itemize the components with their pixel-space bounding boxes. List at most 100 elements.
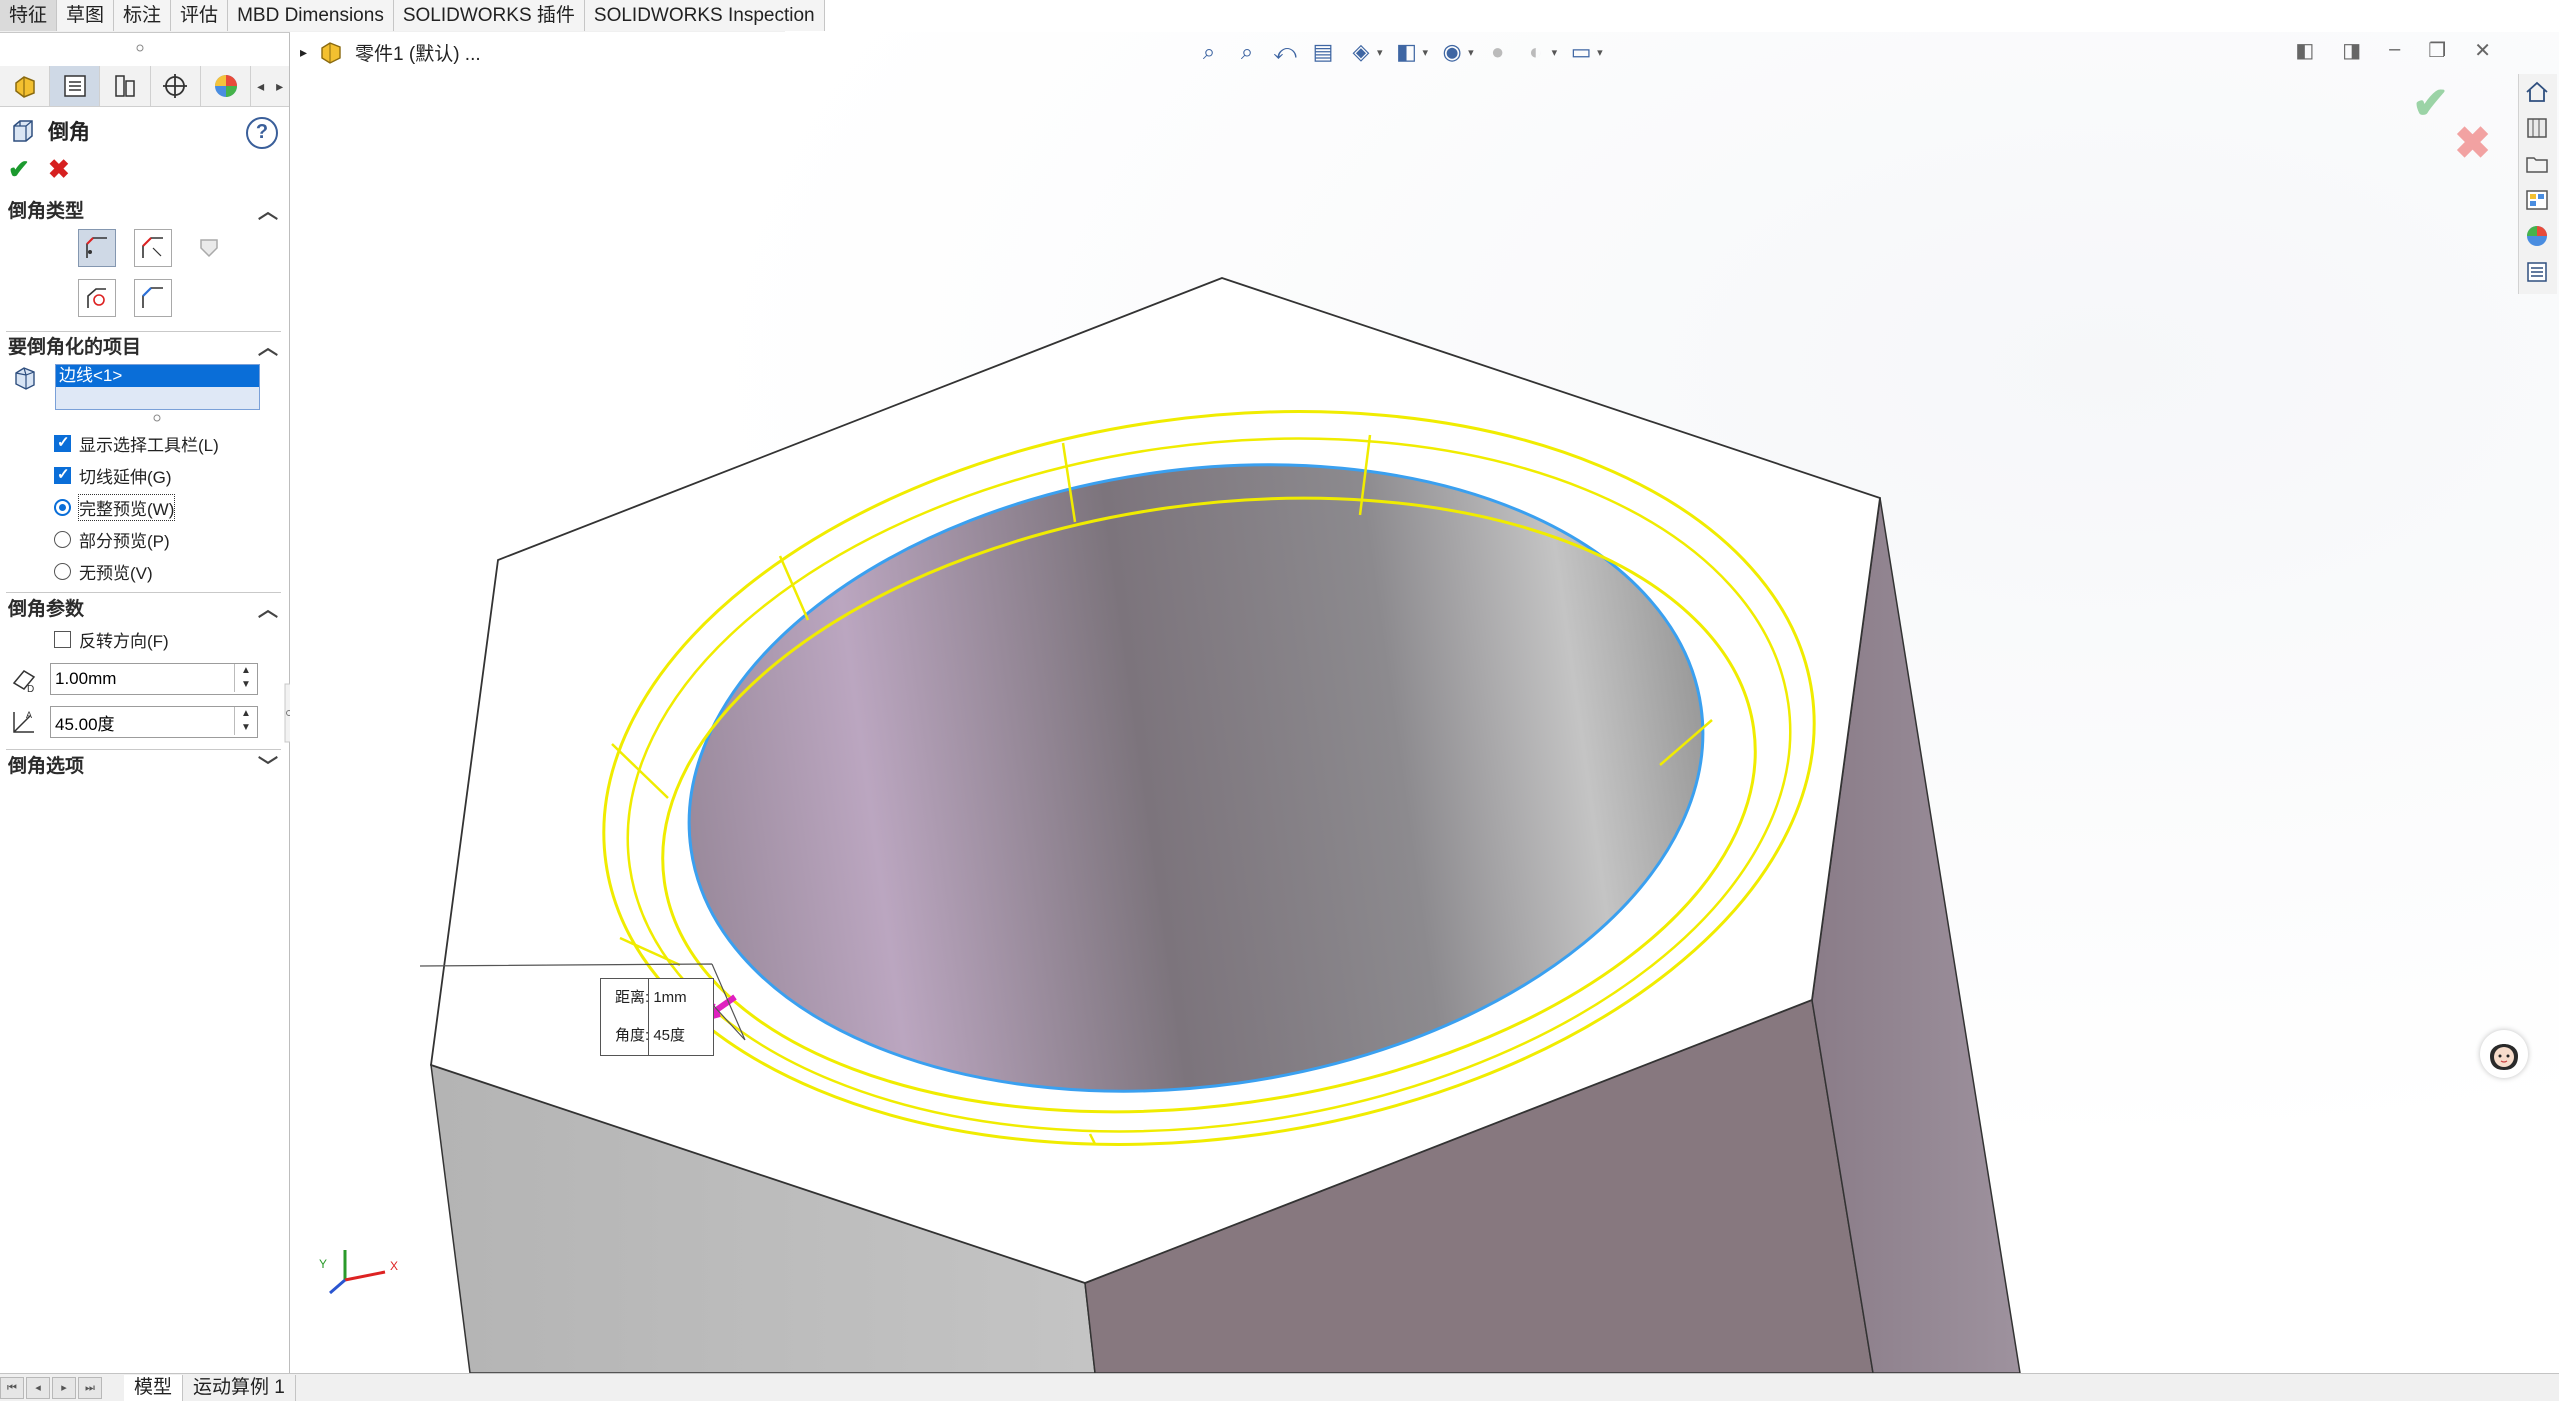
dimxpert-manager-tab[interactable] [151, 66, 201, 106]
face-face-type-button[interactable] [134, 279, 172, 317]
angle-input[interactable] [51, 707, 237, 737]
tab-solidworks-addins[interactable]: SOLIDWORKS 插件 [393, 0, 585, 31]
cancel-button[interactable]: ✖ [48, 154, 70, 185]
dropdown-arrow-icon[interactable]: ▾ [1468, 46, 1474, 59]
dimension-callout[interactable]: 距离: 1mm 角度: 45度 [600, 978, 714, 1056]
expand-chevron-icon[interactable]: ﹀ [258, 751, 278, 783]
tangent-propagation-option[interactable]: 切线延伸(G) [54, 462, 172, 488]
tab-evaluate[interactable]: 评估 [171, 0, 229, 31]
first-tab-icon[interactable]: ⏮ [0, 1376, 24, 1399]
selected-edge-item[interactable]: 边线<1> [56, 365, 259, 387]
chamfer-type-group-header[interactable]: 倒角类型 ︿ [8, 196, 280, 228]
next-tab-icon[interactable]: ▸ [52, 1376, 76, 1399]
apply-scene-icon[interactable]: ◐ [1522, 38, 1550, 66]
hex-nut-model[interactable]: Y X [290, 32, 2559, 1373]
hide-show-items-icon[interactable]: ◉ [1438, 38, 1466, 66]
distance-input[interactable] [51, 664, 237, 694]
collapse-chevron-icon[interactable]: ︿ [258, 332, 278, 364]
custom-properties-icon[interactable] [2519, 254, 2555, 290]
items-to-chamfer-group-header[interactable]: 要倒角化的项目 ︿ [8, 332, 280, 364]
tile-right-icon[interactable]: ◨ [2342, 38, 2361, 63]
callout-distance[interactable]: 距离: 1mm [601, 979, 713, 1017]
panel-grip-icon[interactable] [135, 43, 145, 53]
view-settings-icon[interactable]: ▭ [1567, 38, 1595, 66]
no-preview-option[interactable]: 无预览(V) [54, 558, 153, 584]
expand-arrow-icon[interactable]: ▸ [300, 44, 307, 61]
no-preview-radio[interactable] [54, 562, 71, 580]
callout-angle[interactable]: 角度: 45度 [601, 1017, 713, 1055]
spin-down-icon[interactable]: ▼ [235, 678, 257, 692]
angle-row: A ▲▼ [10, 706, 258, 738]
angle-spin-arrows[interactable]: ▲ ▼ [234, 707, 257, 735]
offset-face-type-button[interactable] [78, 279, 116, 317]
tangent-propagation-checkbox[interactable] [54, 465, 71, 484]
spin-down-icon[interactable]: ▼ [235, 721, 257, 735]
graphics-area[interactable]: Y X ▸ 零件1 (默认) ... ⌕ ⌕ ⤺ ▤ ◈ ▾ ◧ ▾ ◉ ▾ ● ◐ ▾… [290, 32, 2559, 1373]
feature-manager-tab[interactable] [0, 66, 51, 106]
tile-left-icon[interactable]: ◧ [2295, 38, 2314, 63]
spin-up-icon[interactable]: ▲ [235, 664, 257, 678]
property-manager-tab[interactable] [50, 66, 101, 106]
file-explorer-icon[interactable] [2519, 146, 2555, 182]
minimize-icon[interactable]: – [2389, 38, 2400, 63]
reverse-direction-checkbox[interactable] [54, 630, 71, 648]
tab-model[interactable]: 模型 [124, 1374, 184, 1401]
distance-spinbox[interactable]: ▲▼ [50, 663, 258, 695]
angle-spinbox[interactable]: ▲▼ [50, 706, 258, 738]
chamfer-params-group-header[interactable]: 倒角参数 ︿ [8, 594, 280, 626]
view-palette-icon[interactable] [2519, 182, 2555, 218]
dropdown-arrow-icon[interactable]: ▾ [1423, 46, 1429, 59]
partial-preview-radio[interactable] [54, 530, 71, 548]
restore-icon[interactable]: ❐ [2428, 38, 2446, 63]
tabs-scroll-right-icon[interactable]: ▸ [270, 66, 289, 106]
collapse-chevron-icon[interactable]: ︿ [258, 594, 278, 626]
display-style-icon[interactable]: ◧ [1393, 38, 1421, 66]
appearances-icon[interactable] [2519, 218, 2555, 254]
help-button[interactable]: ? [246, 117, 278, 149]
show-selection-toolbar-option[interactable]: 显示选择工具栏(L) [54, 430, 219, 456]
vertex-type-button[interactable] [190, 229, 228, 267]
confirm-ok-icon[interactable]: ✔ [2412, 78, 2449, 129]
reverse-direction-option[interactable]: 反转方向(F) [54, 626, 169, 652]
tab-markup[interactable]: 标注 [114, 0, 172, 31]
distance-distance-type-button[interactable] [134, 229, 172, 267]
tab-mbd-dimensions[interactable]: MBD Dimensions [228, 0, 394, 31]
resize-grip-icon[interactable] [152, 413, 162, 423]
tab-solidworks-inspection[interactable]: SOLIDWORKS Inspection [584, 0, 825, 31]
chamfer-options-group-header[interactable]: 倒角选项 ﹀ [8, 751, 280, 783]
confirm-cancel-icon[interactable]: ✖ [2454, 118, 2491, 169]
configuration-manager-tab[interactable] [100, 66, 151, 106]
feature-tree-flyout[interactable]: ▸ 零件1 (默认) ... [300, 38, 481, 66]
dropdown-arrow-icon[interactable]: ▾ [1597, 46, 1603, 59]
close-icon[interactable]: ✕ [2474, 38, 2491, 63]
part-name-label[interactable]: 零件1 (默认) ... [355, 39, 481, 66]
dropdown-arrow-icon[interactable]: ▾ [1377, 46, 1383, 59]
display-manager-tab[interactable] [201, 66, 252, 106]
previous-tab-icon[interactable]: ◂ [26, 1376, 50, 1399]
previous-view-icon[interactable]: ⤺ [1271, 38, 1299, 66]
spin-up-icon[interactable]: ▲ [235, 707, 257, 721]
partial-preview-option[interactable]: 部分预览(P) [54, 526, 170, 552]
angle-distance-type-button[interactable] [78, 229, 116, 267]
home-icon[interactable] [2519, 74, 2555, 110]
collapse-chevron-icon[interactable]: ︿ [258, 196, 278, 228]
show-selection-toolbar-checkbox[interactable] [54, 433, 71, 452]
view-orientation-icon[interactable]: ◈ [1347, 38, 1375, 66]
tab-features[interactable]: 特征 [0, 0, 58, 31]
dropdown-arrow-icon[interactable]: ▾ [1552, 46, 1558, 59]
edit-appearance-icon[interactable]: ● [1484, 38, 1512, 66]
section-view-icon[interactable]: ▤ [1309, 38, 1337, 66]
tab-sketch[interactable]: 草图 [57, 0, 115, 31]
full-preview-option[interactable]: 完整预览(W) [54, 493, 176, 521]
tabs-scroll-left-icon[interactable]: ◂ [251, 66, 270, 106]
tab-motion-study-1[interactable]: 运动算例 1 [183, 1374, 296, 1401]
zoom-to-area-icon[interactable]: ⌕ [1233, 38, 1261, 66]
distance-spin-arrows[interactable]: ▲ ▼ [234, 664, 257, 692]
design-library-icon[interactable] [2519, 110, 2555, 146]
zoom-to-fit-icon[interactable]: ⌕ [1195, 38, 1223, 66]
last-tab-icon[interactable]: ⏭ [78, 1376, 102, 1399]
ok-button[interactable]: ✔ [8, 154, 30, 185]
items-selection-box[interactable]: 边线<1> [55, 364, 260, 410]
full-preview-radio[interactable] [54, 498, 71, 516]
assistant-avatar-icon[interactable] [2480, 1030, 2528, 1078]
